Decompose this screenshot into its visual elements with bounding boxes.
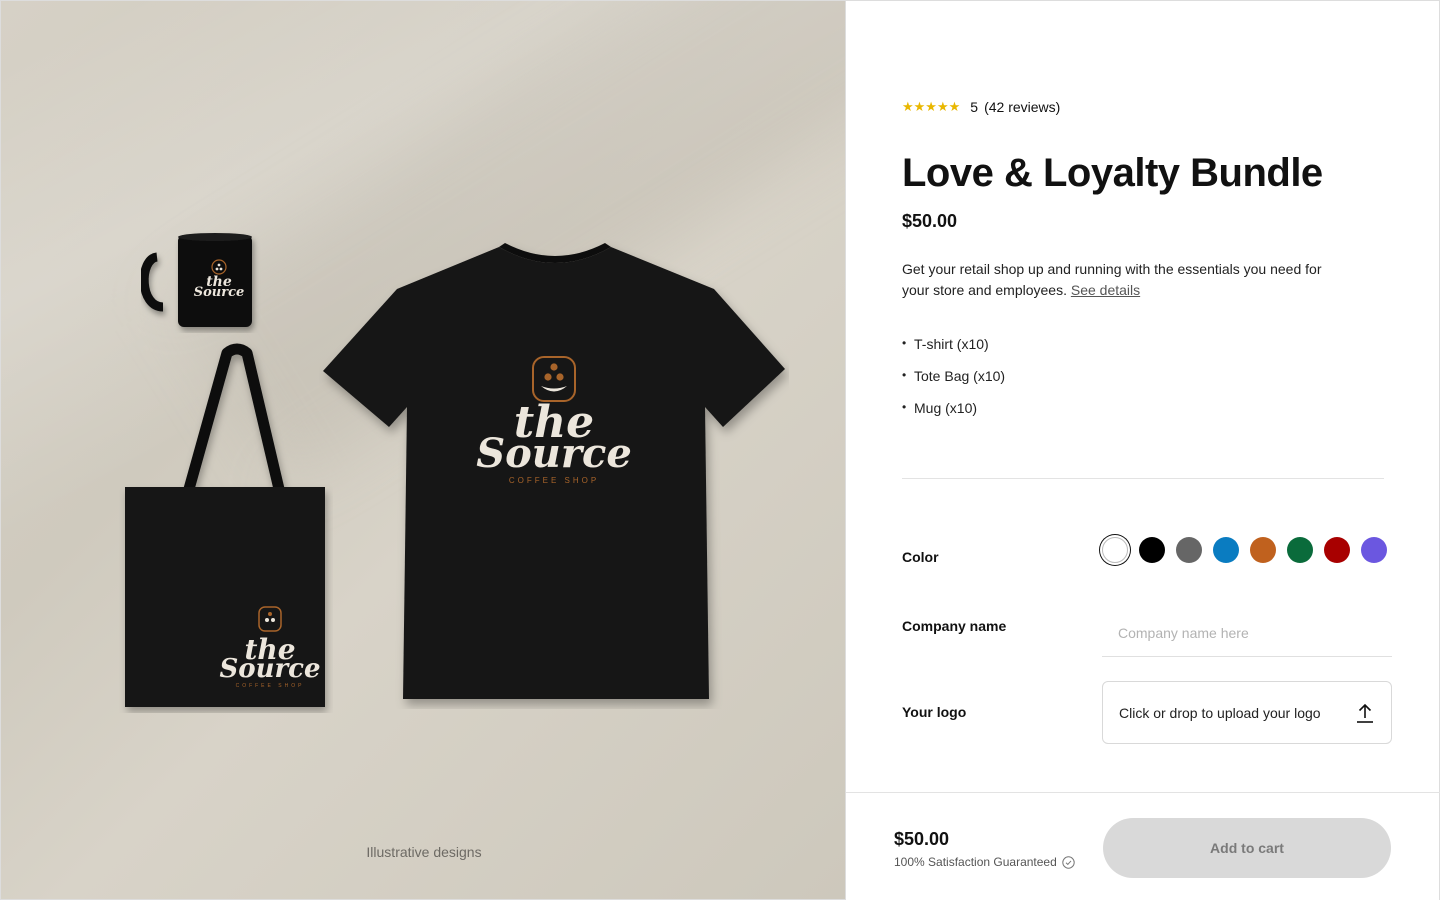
tshirt-image: the Source COFFEE SHOP (323, 243, 785, 699)
color-swatch-white[interactable] (1102, 537, 1128, 563)
star-rating-icon: ★★★★★ (902, 99, 961, 114)
purchase-footer: $50.00 100% Satisfaction Guaranteed Add … (846, 792, 1440, 900)
bullet-icon: • (902, 336, 907, 350)
list-item: • Mug (x10) (902, 400, 1005, 432)
logo-upload-dropzone[interactable]: Click or drop to upload your logo (1102, 681, 1392, 744)
check-circle-icon (1062, 855, 1075, 869)
color-swatch-green[interactable] (1287, 537, 1313, 563)
color-swatch-gray[interactable] (1176, 537, 1202, 563)
tshirt-logo-tagline: COFFEE SHOP (509, 476, 599, 485)
bullet-icon: • (902, 368, 907, 382)
company-name-input[interactable] (1102, 609, 1392, 657)
product-title: Love & Loyalty Bundle (902, 151, 1323, 195)
bundle-items-list: • T-shirt (x10) • Tote Bag (x10) • Mug (x10… (902, 336, 1005, 432)
color-swatch-group (1102, 537, 1387, 563)
color-swatch-red[interactable] (1324, 537, 1350, 563)
bundle-item-label: Mug (x10) (914, 400, 978, 416)
list-item: • T-shirt (x10) (902, 336, 1005, 368)
review-count[interactable]: (42 reviews) (984, 99, 1060, 115)
bundle-item-label: Tote Bag (x10) (914, 368, 1006, 384)
logo-label: Your logo (902, 704, 967, 720)
see-details-link[interactable]: See details (1071, 282, 1140, 298)
satisfaction-guarantee: 100% Satisfaction Guaranteed (894, 855, 1075, 869)
mug-logo-word2: Source (194, 285, 245, 300)
add-to-cart-button[interactable]: Add to cart (1103, 818, 1391, 878)
company-name-label: Company name (902, 618, 1007, 634)
section-divider (902, 478, 1384, 479)
tshirt-logo-word2: Source (476, 430, 632, 477)
color-swatch-blue[interactable] (1213, 537, 1239, 563)
footer-price: $50.00 (894, 829, 950, 849)
product-details-panel: ★★★★★ 5 (42 reviews) Love & Loyalty Bund… (846, 0, 1440, 900)
tote-logo-word2: Source (219, 654, 320, 684)
color-swatch-orange[interactable] (1250, 537, 1276, 563)
product-price: $50.00 (902, 211, 958, 231)
product-description: Get your retail shop up and running with… (902, 259, 1332, 301)
color-swatch-purple[interactable] (1361, 537, 1387, 563)
color-swatch-black[interactable] (1139, 537, 1165, 563)
tote-bag-image: the Source COFFEE SHOP (125, 343, 325, 707)
list-item: • Tote Bag (x10) (902, 368, 1005, 400)
rating-summary[interactable]: ★★★★★ 5 (42 reviews) (902, 99, 1060, 115)
guarantee-text: 100% Satisfaction Guaranteed (894, 855, 1057, 869)
bundle-item-label: T-shirt (x10) (914, 336, 989, 352)
rating-score: 5 (970, 99, 979, 115)
upload-prompt: Click or drop to upload your logo (1119, 704, 1321, 721)
color-label: Color (902, 549, 939, 565)
tote-logo-tagline: COFFEE SHOP (236, 683, 305, 689)
upload-icon (1357, 703, 1373, 723)
bullet-icon: • (902, 400, 907, 414)
product-image-panel: the Source the Source COFFEE SHOP the So… (0, 0, 846, 900)
illustrative-caption: Illustrative designs (366, 844, 482, 860)
mug-image: the Source (141, 233, 252, 327)
